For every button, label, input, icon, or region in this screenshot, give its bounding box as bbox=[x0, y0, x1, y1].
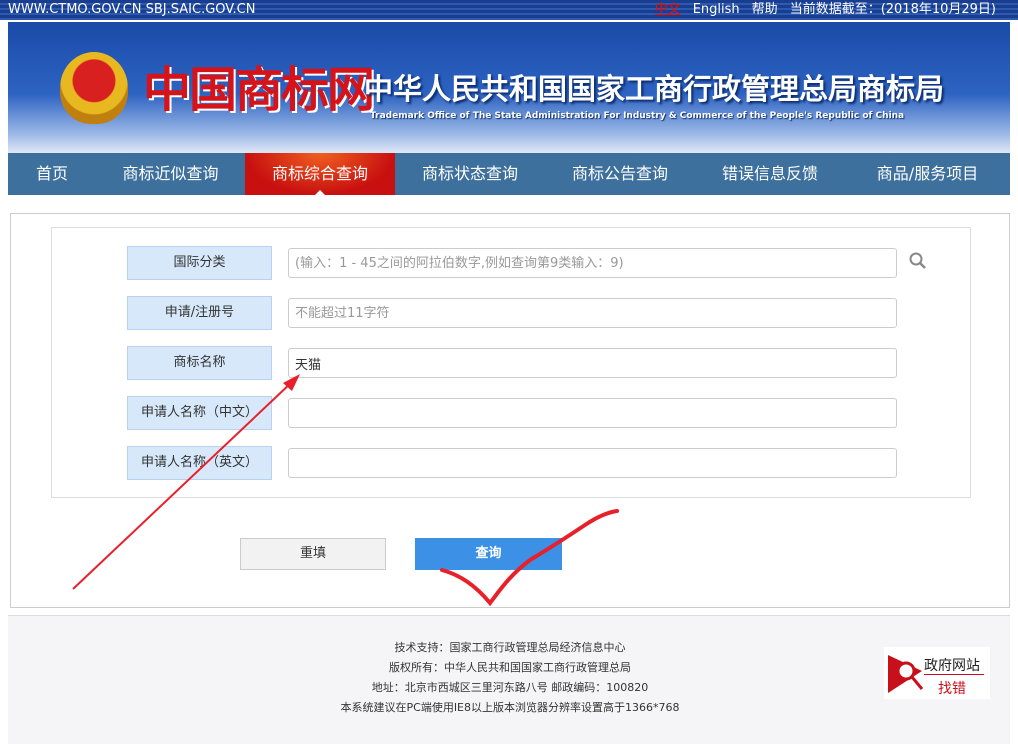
field-label: 商标名称 bbox=[127, 346, 272, 380]
search-icon[interactable] bbox=[908, 251, 928, 271]
magnifier-icon bbox=[888, 655, 924, 693]
site-domains: WWW.CTMO.GOV.CN SBJ.SAIC.GOV.CN bbox=[8, 2, 256, 17]
intl-class-input[interactable] bbox=[288, 248, 897, 278]
footer-browser-note: 本系统建议在PC端使用IE8以上版本浏览器分辨率设置高于1366*768 bbox=[340, 701, 680, 714]
trademark-name-input[interactable] bbox=[288, 348, 897, 378]
field-label: 申请人名称（中文） bbox=[127, 396, 272, 430]
site-logo: 中国商标网 bbox=[143, 62, 375, 118]
nav-similar-search[interactable]: 商标近似查询 bbox=[96, 153, 245, 195]
nav-home[interactable]: 首页 bbox=[8, 153, 96, 195]
footer-copyright: 版权所有：中华人民共和国国家工商行政管理总局 bbox=[389, 661, 631, 674]
national-emblem-icon bbox=[60, 52, 128, 124]
nav-error-feedback[interactable]: 错误信息反馈 bbox=[695, 153, 845, 195]
data-date: 当前数据截至：(2018年10月29日) bbox=[789, 2, 996, 17]
footer: 技术支持：国家工商行政管理总局经济信息中心 版权所有：中华人民共和国国家工商行政… bbox=[8, 615, 1010, 744]
footer-address: 地址：北京市西城区三里河东路八号 邮政编码：100820 bbox=[371, 681, 649, 694]
gov-error-report-badge[interactable]: 政府网站 找错 bbox=[884, 647, 990, 699]
reg-number-input[interactable] bbox=[288, 298, 897, 328]
nav-status-search[interactable]: 商标状态查询 bbox=[395, 153, 545, 195]
lang-chinese-link[interactable]: 中文 bbox=[655, 0, 681, 20]
header-banner: 中国商标网 中华人民共和国国家工商行政管理总局商标局 Trademark Off… bbox=[8, 22, 1010, 153]
field-label: 申请人名称（英文） bbox=[127, 446, 272, 480]
applicant-cn-input[interactable] bbox=[288, 398, 897, 428]
badge-bottom-text: 找错 bbox=[938, 681, 966, 697]
query-button[interactable]: 查询 bbox=[415, 538, 562, 570]
search-form: 国际分类 申请/注册号 商标名称 申请人名称（中文） 申请人名称（英文） bbox=[51, 227, 971, 498]
applicant-en-input[interactable] bbox=[288, 448, 897, 478]
nav-comprehensive-search[interactable]: 商标综合查询 bbox=[245, 153, 395, 195]
page-subtitle: Trademark Office of The State Administra… bbox=[370, 111, 905, 121]
help-link[interactable]: 帮助 bbox=[752, 0, 778, 20]
page-title: 中华人民共和国国家工商行政管理总局商标局 bbox=[364, 72, 945, 106]
reset-button[interactable]: 重填 bbox=[240, 538, 386, 570]
field-label: 申请/注册号 bbox=[127, 296, 272, 330]
main-nav: 首页 商标近似查询 商标综合查询 商标状态查询 商标公告查询 错误信息反馈 商品… bbox=[8, 153, 1010, 195]
footer-tech-support: 技术支持：国家工商行政管理总局经济信息中心 bbox=[394, 641, 626, 654]
lang-english-link[interactable]: English bbox=[693, 0, 740, 20]
field-label: 国际分类 bbox=[127, 246, 272, 280]
badge-top-text: 政府网站 bbox=[924, 658, 980, 674]
nav-goods-services[interactable]: 商品/服务项目 bbox=[845, 153, 1010, 195]
badge-divider bbox=[924, 674, 984, 675]
top-bar: WWW.CTMO.GOV.CN SBJ.SAIC.GOV.CN 中文 Engli… bbox=[0, 0, 1018, 20]
nav-announcement-search[interactable]: 商标公告查询 bbox=[545, 153, 695, 195]
